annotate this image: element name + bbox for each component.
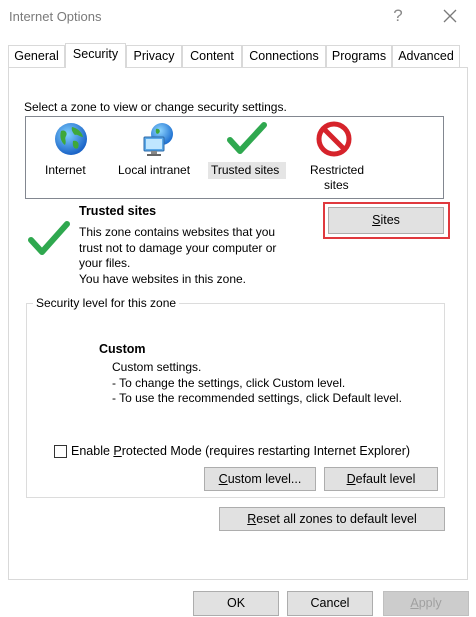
zone-internet[interactable]: Internet	[36, 117, 106, 197]
close-icon	[443, 9, 457, 23]
mnemonic: D	[346, 472, 356, 486]
tab-security[interactable]: Security	[65, 43, 126, 68]
tab-advanced[interactable]: Advanced	[392, 45, 460, 67]
description-line: This zone contains websites that you	[79, 225, 276, 239]
close-button[interactable]	[436, 4, 464, 28]
zone-restricted-sites[interactable]: Restricted sites	[296, 117, 372, 197]
selected-zone-title: Trusted sites	[79, 204, 157, 218]
protected-mode-checkbox[interactable]	[54, 445, 67, 458]
description-line: Custom settings.	[112, 360, 202, 374]
tab-content[interactable]: Content	[182, 45, 242, 67]
mnemonic: C	[218, 472, 228, 486]
tab-programs[interactable]: Programs	[326, 45, 392, 67]
globe-icon	[55, 123, 87, 155]
button-label: pply	[418, 596, 442, 610]
default-level-button[interactable]: Default level	[324, 467, 438, 491]
intranet-icon	[143, 123, 173, 156]
button-label: ites	[380, 213, 400, 227]
description-line: - To change the settings, click Custom l…	[112, 375, 346, 390]
description-line: - To use the recommended settings, click…	[112, 391, 402, 405]
reset-all-zones-button[interactable]: Reset all zones to default level	[219, 507, 445, 531]
button-label: eset all zones to default level	[256, 512, 417, 526]
zone-label-line1: Restricted	[310, 163, 365, 177]
cancel-button[interactable]: Cancel	[287, 591, 373, 616]
custom-level-button[interactable]: Custom level...	[204, 467, 316, 491]
zone-label: Local intranet	[118, 163, 191, 177]
selected-zone-description: This zone contains websites that you tru…	[79, 225, 309, 287]
apply-button[interactable]: Apply	[383, 591, 469, 616]
description-line: your files.	[79, 256, 131, 270]
button-label: ustom level...	[227, 472, 302, 486]
tab-connections[interactable]: Connections	[242, 45, 326, 67]
mnemonic: P	[113, 444, 122, 458]
restricted-icon	[316, 121, 352, 157]
security-level-description: Custom settings. - To change the setting…	[112, 360, 402, 407]
tab-general[interactable]: General	[8, 45, 65, 67]
window-title: Internet Options	[9, 9, 102, 24]
description-line: You have websites in this zone.	[79, 271, 246, 286]
zone-label-line2: sites	[324, 178, 349, 192]
zone-trusted-sites[interactable]: Trusted sites	[207, 117, 287, 197]
zone-label: Trusted sites	[211, 163, 280, 177]
tab-privacy[interactable]: Privacy	[126, 45, 182, 67]
zone-label: Internet	[45, 163, 86, 177]
mnemonic: A	[410, 596, 419, 610]
security-level-group-label: Security level for this zone	[33, 296, 180, 310]
trusted-sites-checkmark-icon	[28, 221, 70, 255]
checkmark-icon	[227, 122, 267, 154]
button-label: efault level	[355, 472, 416, 486]
zone-prompt: Select a zone to view or change security…	[24, 100, 287, 114]
description-line: trust not to damage your computer or	[79, 240, 277, 255]
sites-button[interactable]: Sites	[328, 207, 444, 234]
zone-list: Internet Local intranet Trusted sites Re…	[25, 116, 444, 199]
help-button[interactable]: ?	[386, 4, 410, 28]
zone-local-intranet[interactable]: Local intranet	[116, 117, 202, 197]
title-bar: Internet Options ?	[0, 0, 476, 32]
tab-strip: General Security Privacy Content Connect…	[8, 43, 468, 68]
label-text: rotected Mode (requires restarting Inter…	[121, 444, 411, 458]
ok-button[interactable]: OK	[193, 591, 279, 616]
security-level-title: Custom	[99, 342, 146, 356]
mnemonic: R	[247, 512, 257, 526]
label-text: Enable	[71, 444, 114, 458]
protected-mode-label[interactable]: Enable Protected Mode (requires restarti…	[71, 444, 410, 458]
